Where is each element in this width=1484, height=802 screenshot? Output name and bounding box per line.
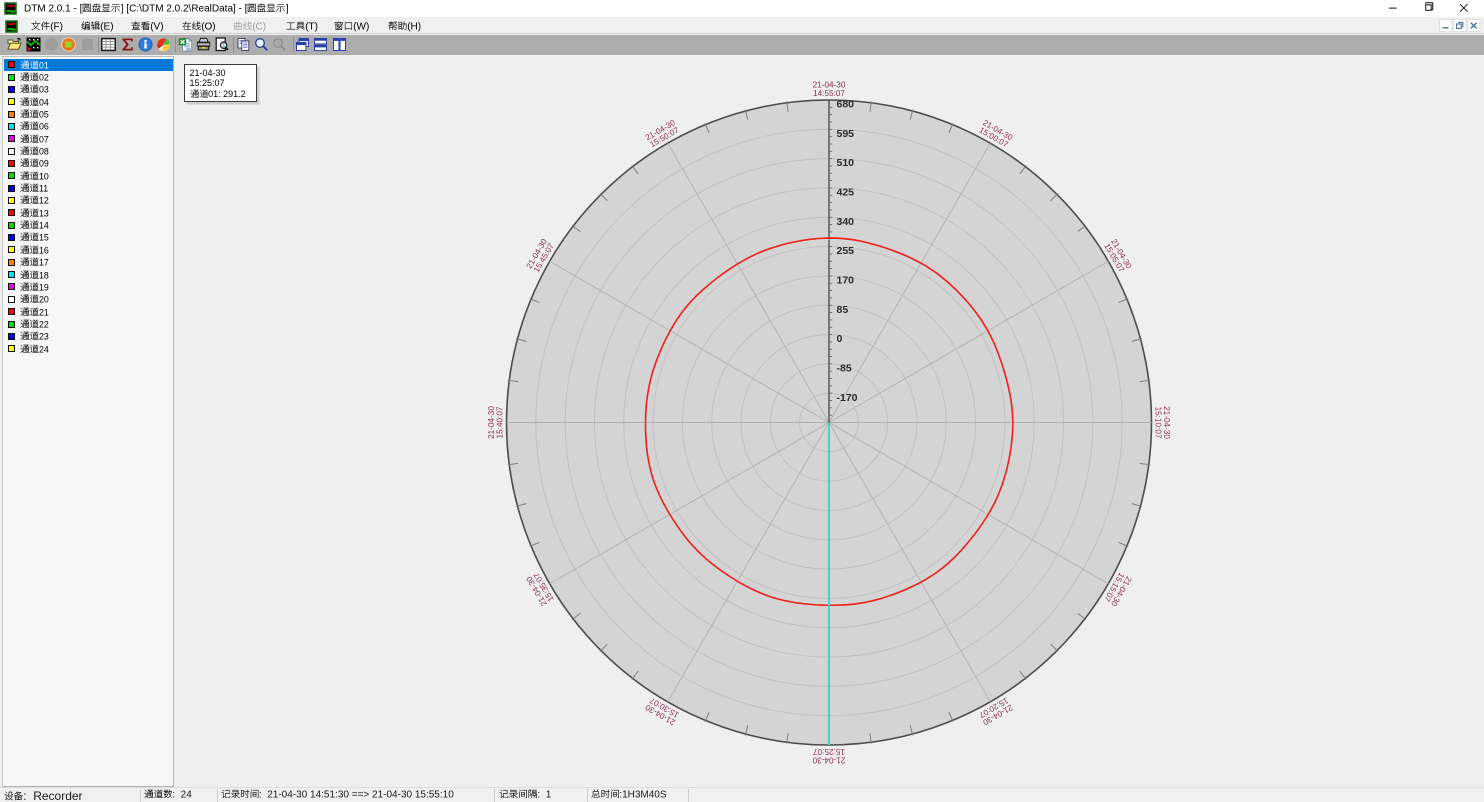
svg-text:14:55:07: 14:55:07 xyxy=(813,88,845,97)
svg-text:425: 425 xyxy=(837,186,855,198)
svg-text:15:40:07: 15:40:07 xyxy=(495,406,504,438)
svg-text:680: 680 xyxy=(837,98,855,110)
svg-text:510: 510 xyxy=(837,157,855,169)
svg-text:0: 0 xyxy=(837,333,843,345)
svg-text:340: 340 xyxy=(837,215,855,227)
svg-text:595: 595 xyxy=(837,127,855,139)
svg-text:-170: -170 xyxy=(837,391,858,403)
svg-text:170: 170 xyxy=(837,274,855,286)
svg-text:255: 255 xyxy=(837,245,855,257)
svg-text:85: 85 xyxy=(837,303,849,315)
svg-text:15:10:07: 15:10:07 xyxy=(1154,406,1163,438)
svg-text:-85: -85 xyxy=(837,362,852,374)
svg-text:15:25:07: 15:25:07 xyxy=(813,747,845,756)
